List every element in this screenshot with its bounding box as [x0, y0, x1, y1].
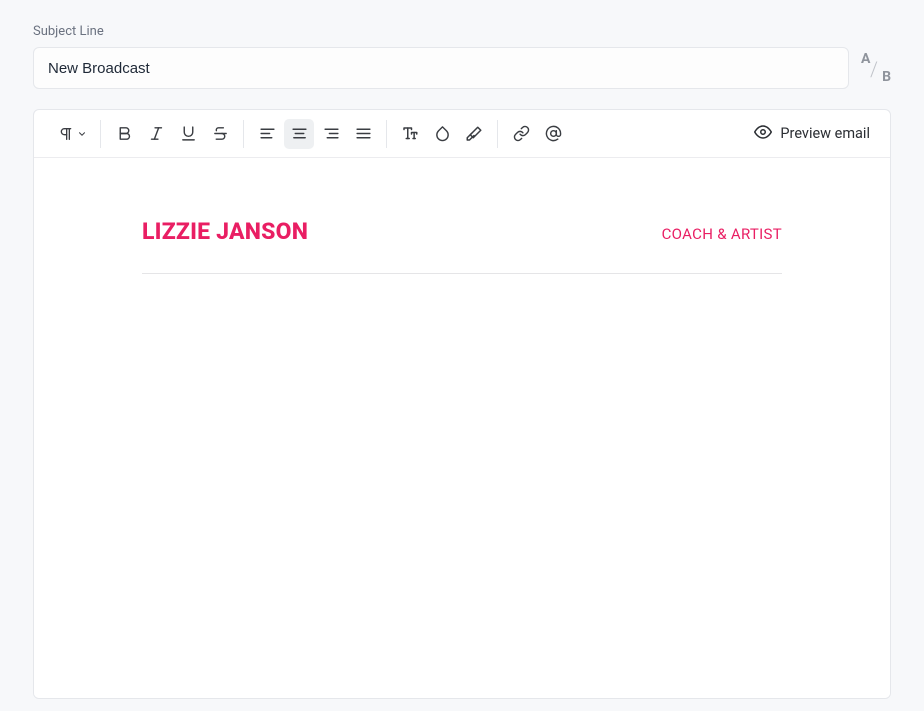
bold-icon: [116, 125, 133, 142]
underline-button[interactable]: [173, 119, 203, 149]
link-icon: [513, 125, 530, 142]
editor-canvas[interactable]: LIZZIE JANSON COACH & ARTIST: [34, 158, 890, 698]
marker-icon: [465, 125, 483, 143]
email-header: LIZZIE JANSON COACH & ARTIST: [142, 218, 782, 274]
toolbar: Preview email: [34, 110, 890, 158]
font-size-icon: [401, 125, 419, 143]
highlight-button[interactable]: [459, 119, 489, 149]
email-subtitle: COACH & ARTIST: [662, 225, 782, 243]
align-right-icon: [323, 125, 340, 142]
email-title: LIZZIE JANSON: [142, 218, 308, 245]
preview-email-button[interactable]: Preview email: [744, 119, 880, 149]
bold-button[interactable]: [109, 119, 139, 149]
align-left-icon: [259, 125, 276, 142]
italic-icon: [148, 125, 165, 142]
subject-input[interactable]: [33, 47, 849, 89]
align-justify-icon: [355, 125, 372, 142]
at-sign-icon: [545, 125, 562, 142]
link-button[interactable]: [506, 119, 536, 149]
editor-card: Preview email LIZZIE JANSON COACH & ARTI…: [33, 109, 891, 699]
strikethrough-button[interactable]: [205, 119, 235, 149]
italic-button[interactable]: [141, 119, 171, 149]
align-right-button[interactable]: [316, 119, 346, 149]
underline-icon: [180, 125, 197, 142]
align-center-icon: [291, 125, 308, 142]
font-size-button[interactable]: [395, 119, 425, 149]
subject-label: Subject Line: [33, 24, 891, 39]
chevron-down-icon: [77, 129, 87, 139]
paragraph-style-dropdown[interactable]: [52, 119, 92, 149]
editor-container: Subject Line A / B: [0, 0, 924, 699]
droplet-icon: [434, 125, 451, 142]
eye-icon: [754, 123, 772, 145]
strikethrough-icon: [212, 125, 229, 142]
align-justify-button[interactable]: [348, 119, 378, 149]
subject-row: A / B: [33, 47, 891, 89]
pilcrow-icon: [58, 126, 74, 142]
text-color-button[interactable]: [427, 119, 457, 149]
align-left-button[interactable]: [252, 119, 282, 149]
mention-button[interactable]: [538, 119, 568, 149]
ab-test-toggle[interactable]: A / B: [861, 53, 891, 83]
align-center-button[interactable]: [284, 119, 314, 149]
preview-email-label: Preview email: [780, 125, 870, 142]
